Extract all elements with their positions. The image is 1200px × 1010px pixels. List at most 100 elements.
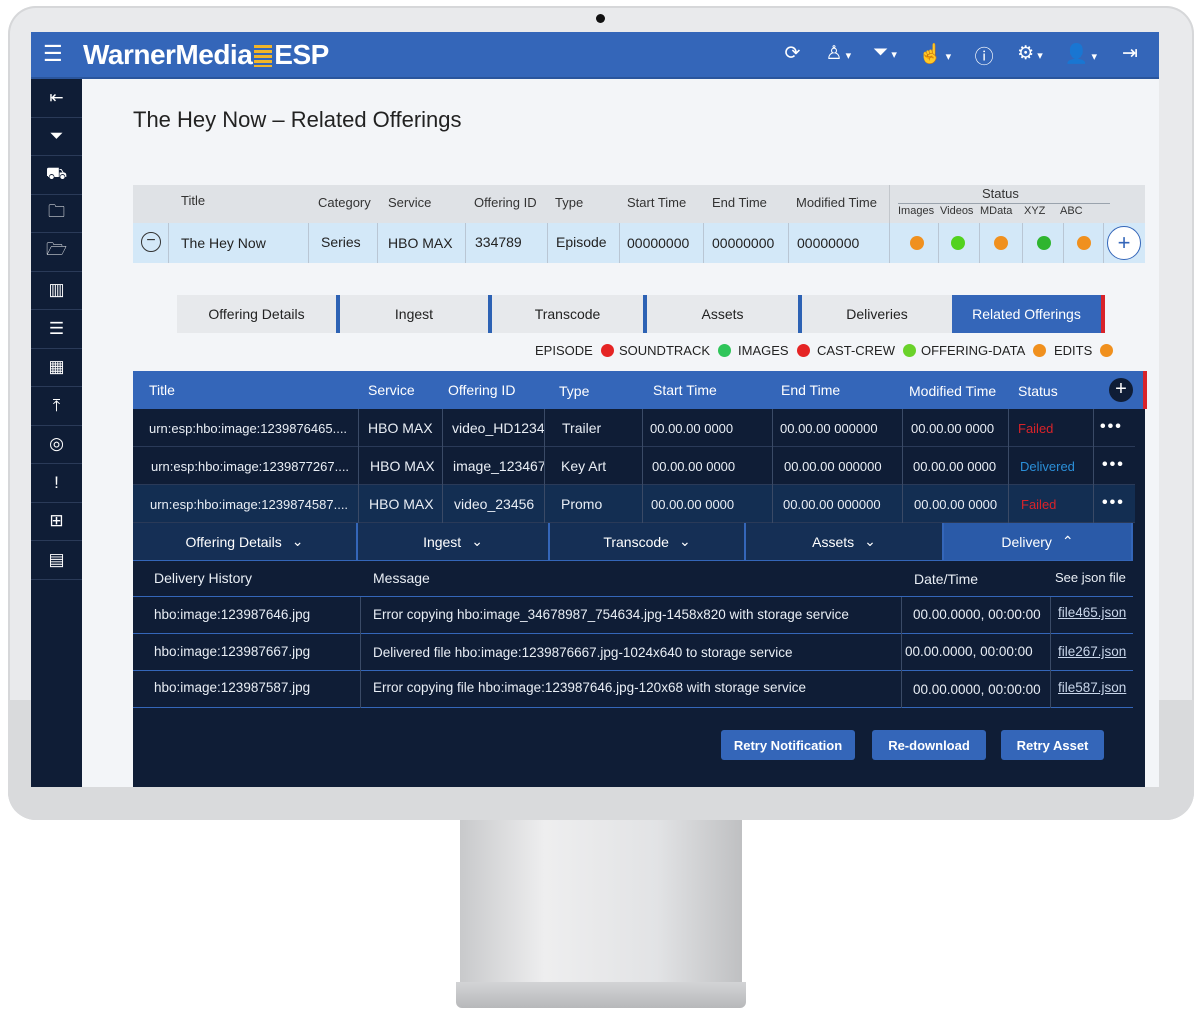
row-status: Failed: [1021, 496, 1057, 512]
table-edge-marker: [1143, 371, 1147, 409]
related-row[interactable]: urn:esp:hbo:image:1239877267.... HBO MAX…: [133, 447, 1135, 485]
collapse-row-icon[interactable]: −: [141, 232, 161, 252]
history-datetime: 00.00.0000, 00:00:00: [913, 682, 1041, 697]
legend-dot: [718, 344, 732, 357]
camera: [596, 14, 605, 23]
legend-soundtrack: SOUNDTRACK: [619, 343, 732, 358]
row-type: Trailer: [562, 420, 602, 436]
folder-n-icon[interactable]: 🗁: [31, 233, 82, 272]
book-icon[interactable]: ▥: [31, 272, 82, 310]
json-file-link[interactable]: file267.json: [1058, 644, 1126, 659]
delivery-truck-icon[interactable]: ⛟: [31, 156, 82, 195]
menu-icon[interactable]: ☰: [43, 43, 65, 65]
status-dot-mdata: [994, 236, 1008, 250]
row-more-icon[interactable]: •••: [1100, 418, 1123, 436]
tab-assets[interactable]: Assets: [647, 295, 802, 333]
id-card-icon[interactable]: ▤: [31, 541, 82, 580]
redownload-button[interactable]: Re-download: [872, 730, 986, 760]
cell-modified-time: 00000000: [797, 235, 860, 251]
alert-doc-icon[interactable]: !: [31, 464, 82, 503]
history-datetime: 00.00.0000, 00:00:00: [905, 644, 1033, 659]
col-service: Service: [368, 382, 415, 398]
chevron-down-icon: ⌄: [471, 533, 483, 549]
header-status: Status: [982, 186, 1019, 201]
filter-add-icon[interactable]: ⏷: [873, 42, 897, 69]
checklist-icon[interactable]: ☰: [31, 310, 82, 349]
row-modified-time: 00.00.00 0000: [911, 420, 995, 436]
filter-icon[interactable]: ⏷: [31, 118, 82, 156]
row-more-icon[interactable]: •••: [1102, 456, 1125, 474]
user-icon[interactable]: 👤: [1065, 42, 1097, 69]
touch-icon[interactable]: ☝: [919, 42, 951, 69]
refresh-icon[interactable]: ⟳: [781, 42, 803, 69]
row-type: Promo: [561, 496, 603, 512]
upload-icon[interactable]: ⤒: [31, 387, 82, 426]
row-more-icon[interactable]: •••: [1102, 494, 1125, 512]
brand-logo: WarnerMedia ESP: [83, 39, 329, 71]
status-col-abc: ABC: [1060, 205, 1083, 217]
row-start-time: 00.00.00 0000: [650, 420, 734, 436]
legend-dot: [903, 344, 916, 357]
subtab-delivery[interactable]: Delivery ⌃: [944, 523, 1133, 561]
tab-transcode[interactable]: Transcode: [492, 295, 647, 333]
chevron-down-icon: ⌄: [291, 533, 304, 549]
cell-category: Series: [321, 234, 361, 250]
logout-icon[interactable]: ⇥: [1119, 42, 1141, 69]
row-status: Failed: [1018, 420, 1054, 436]
related-row[interactable]: urn:esp:hbo:image:1239876465.... HBO MAX…: [133, 409, 1135, 447]
top-icons: ⟳ ♙ ⏷ ☝ ⓘ ⚙ 👤 ⇥: [781, 42, 1141, 69]
legend-dot: [600, 344, 614, 357]
page-title: The Hey Now – Related Offerings: [133, 107, 462, 132]
status-header-group: Status Images Videos MData XYZ ABC: [889, 185, 1145, 223]
subtab-transcode[interactable]: Transcode ⌄: [550, 523, 746, 561]
subtab-offering-details[interactable]: Offering Details ⌄: [133, 523, 358, 561]
history-message: Error copying file hbo:image:123987646.j…: [373, 680, 807, 695]
hearing-icon[interactable]: ◎: [31, 426, 82, 464]
add-related-button[interactable]: +: [1109, 378, 1133, 402]
row-modified-time: 00.00.00 0000: [913, 458, 997, 474]
brand-mark: [254, 45, 273, 67]
subtab-ingest[interactable]: Ingest ⌄: [358, 523, 550, 561]
collapse-icon[interactable]: ⇤: [31, 79, 82, 118]
grid-user-icon[interactable]: ⊞: [31, 503, 82, 541]
col-type: Type: [559, 383, 590, 399]
json-file-link[interactable]: file465.json: [1058, 605, 1126, 620]
main-content: The Hey Now – Related Offerings Title Ca…: [82, 79, 1159, 787]
row-title: urn:esp:hbo:image:1239874587....: [150, 496, 349, 512]
history-datetime: 00.00.0000, 00:00:00: [913, 607, 1041, 622]
row-end-time: 00.00.00 000000: [784, 458, 882, 474]
gear-icon[interactable]: ⚙: [1017, 42, 1043, 69]
calendar-icon[interactable]: ▦: [31, 349, 82, 387]
legend-dot: [1100, 344, 1114, 357]
col-title: Title: [149, 382, 175, 398]
status-dot-images: [910, 236, 924, 250]
row-service: HBO MAX: [368, 420, 433, 436]
status-divider: [898, 203, 1110, 204]
legend-episode: EPISODE: [535, 343, 614, 358]
add-offering-button[interactable]: +: [1107, 226, 1141, 260]
cell-title: The Hey Now: [181, 235, 266, 251]
col-delivery-history: Delivery History: [154, 570, 253, 586]
row-service: HBO MAX: [370, 458, 435, 474]
sidebar: ⇤ ⏷ ⛟ 🗀 🗁 ▥ ☰ ▦ ⤒ ◎ ! ⊞ ▤: [31, 79, 82, 787]
offering-row[interactable]: − The Hey Now Series HBO MAX 334789 Epis…: [133, 223, 1145, 263]
retry-notification-button[interactable]: Retry Notification: [721, 730, 855, 760]
user-tree-icon[interactable]: ♙: [825, 42, 851, 69]
history-file: hbo:image:123987646.jpg: [154, 607, 311, 622]
tab-ingest[interactable]: Ingest: [340, 295, 492, 333]
retry-asset-button[interactable]: Retry Asset: [1001, 730, 1104, 760]
related-row-selected[interactable]: urn:esp:hbo:image:1239874587.... HBO MAX…: [133, 485, 1135, 523]
cell-start-time: 00000000: [627, 235, 690, 251]
legend-dot: [1033, 344, 1047, 357]
subtab-assets[interactable]: Assets ⌄: [746, 523, 944, 561]
json-file-link[interactable]: file587.json: [1058, 680, 1126, 695]
tab-offering-details[interactable]: Offering Details: [177, 295, 340, 333]
tab-related-offerings[interactable]: Related Offerings: [952, 295, 1105, 333]
legend-images: IMAGES: [738, 343, 810, 358]
history-message: Delivered file hbo:image:1239876667.jpg-…: [373, 645, 793, 660]
folder-info-icon[interactable]: 🗀: [31, 195, 82, 233]
status-col-mdata: MData: [980, 205, 1013, 217]
monitor-stand: [460, 820, 742, 990]
info-icon[interactable]: ⓘ: [973, 42, 995, 69]
tab-deliveries[interactable]: Deliveries: [802, 295, 952, 333]
